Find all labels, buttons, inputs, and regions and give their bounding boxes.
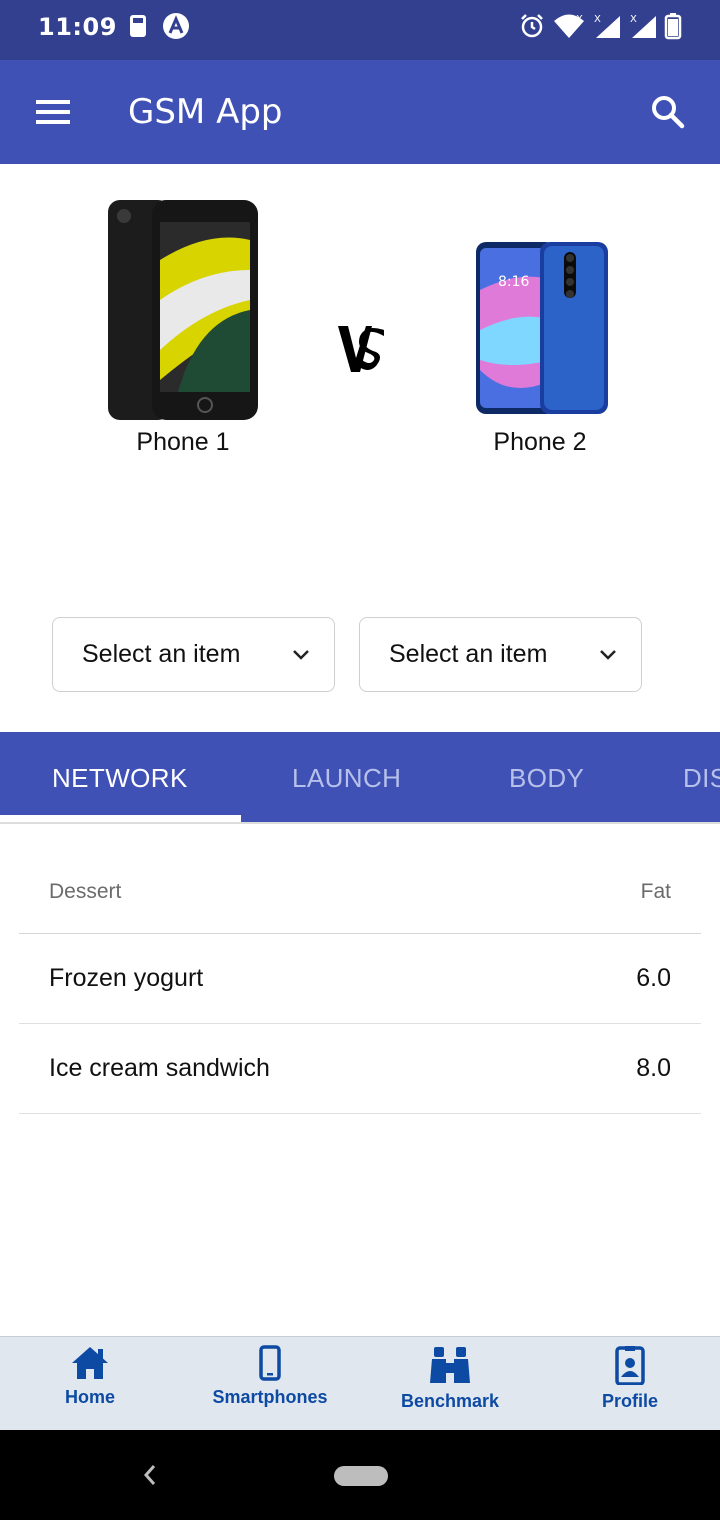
system-nav-bar — [0, 1430, 720, 1520]
nav-smartphones-label: Smartphones — [212, 1387, 328, 1407]
signal-x-icon: X — [594, 14, 620, 38]
svg-text:X: X — [576, 14, 583, 25]
status-bar: 11:09 X X X — [0, 0, 720, 60]
nav-profile[interactable]: Profile — [540, 1345, 720, 1425]
vs-logo-icon — [338, 326, 384, 372]
column-header-fat: Fat — [640, 880, 671, 903]
battery-icon — [664, 13, 682, 40]
column-header-dessert: Dessert — [49, 880, 122, 903]
nav-benchmark-label: Benchmark — [400, 1391, 500, 1411]
app-bar: GSM App — [0, 60, 720, 164]
row-value: 8.0 — [636, 1054, 671, 1082]
phone-2-select[interactable]: Select an item — [359, 617, 642, 692]
binoculars-icon — [430, 1347, 470, 1383]
alarm-icon — [521, 14, 543, 38]
phone-1-select[interactable]: Select an item — [52, 617, 335, 692]
phone-1-label: Phone 1 — [136, 428, 230, 456]
svg-text:X: X — [594, 14, 601, 25]
tab-launch[interactable]: LAUNCH — [292, 763, 401, 794]
wifi-icon: X — [554, 14, 584, 38]
search-icon[interactable] — [648, 92, 688, 132]
nav-profile-label: Profile — [601, 1391, 658, 1411]
spec-tabs: NETWORK LAUNCH BODY DISPLAY — [0, 732, 720, 823]
phone-2-label: Phone 2 — [493, 428, 587, 456]
nav-smartphones[interactable]: Smartphones — [180, 1345, 360, 1425]
svg-text:8:16: 8:16 — [498, 274, 530, 290]
phone-2-image: 8:16 — [476, 242, 608, 414]
nav-home[interactable]: Home — [0, 1345, 180, 1425]
profile-badge-icon — [615, 1346, 645, 1385]
phone-1-image — [108, 200, 258, 420]
menu-icon[interactable] — [30, 92, 76, 132]
phone-1-select-value: Select an item — [82, 640, 241, 668]
nav-benchmark[interactable]: Benchmark — [360, 1345, 540, 1425]
back-icon[interactable] — [140, 1460, 160, 1490]
tabs-divider — [0, 822, 720, 824]
row-value: 6.0 — [636, 964, 671, 992]
tab-display[interactable]: DISPLAY — [683, 763, 720, 794]
status-time: 11:09 — [38, 13, 117, 41]
chevron-down-icon — [600, 650, 616, 660]
tab-body[interactable]: BODY — [509, 763, 584, 794]
phone-1-card[interactable]: Phone 1 — [63, 200, 303, 457]
table-row[interactable]: Frozen yogurt 6.0 — [19, 934, 701, 1024]
spec-table: Dessert Fat Frozen yogurt 6.0 Ice cream … — [19, 850, 701, 1114]
phone-2-card[interactable]: 8:16 Phone 2 — [420, 200, 660, 457]
sim-card-icon — [130, 15, 146, 37]
app-title: GSM App — [128, 92, 283, 132]
nav-home-label: Home — [64, 1387, 115, 1407]
home-icon — [72, 1347, 108, 1379]
row-name: Ice cream sandwich — [49, 1054, 270, 1082]
home-pill-button[interactable] — [334, 1466, 388, 1486]
phone-2-select-value: Select an item — [389, 640, 548, 668]
row-name: Frozen yogurt — [49, 964, 204, 992]
table-header: Dessert Fat — [19, 850, 701, 934]
chevron-down-icon — [293, 650, 309, 660]
a-circle-icon — [163, 13, 189, 39]
smartphone-icon — [259, 1345, 281, 1381]
table-row[interactable]: Ice cream sandwich 8.0 — [19, 1024, 701, 1114]
active-tab-indicator — [0, 815, 241, 822]
tab-network[interactable]: NETWORK — [52, 763, 188, 794]
signal-x-icon: X — [630, 14, 656, 38]
bottom-nav: Home Smartphones Benchmark Profile — [0, 1336, 720, 1430]
svg-text:X: X — [630, 14, 637, 25]
